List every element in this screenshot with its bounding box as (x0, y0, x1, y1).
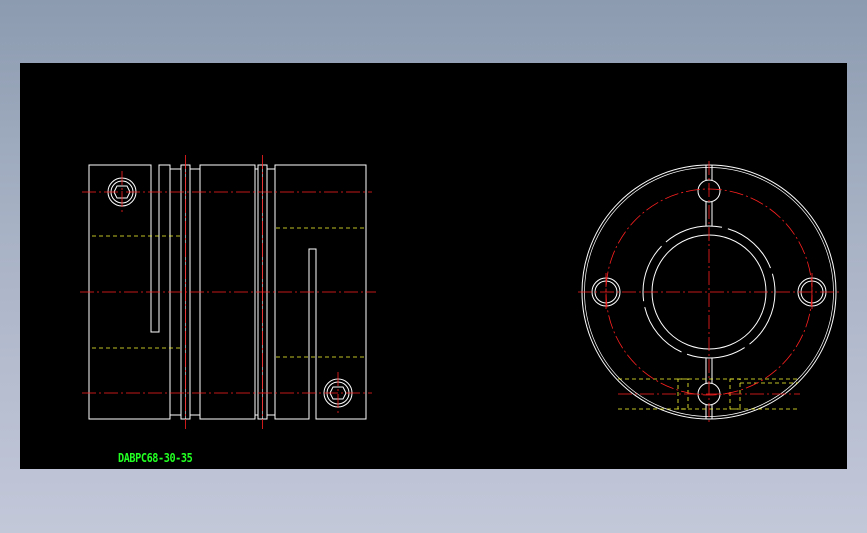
side-view-centerlines (80, 155, 376, 429)
cad-drawing (80, 155, 840, 429)
coupling-front-view-icon (581, 164, 837, 420)
drawing-part-number: DABPC68-30-35 (118, 451, 193, 465)
cad-viewport[interactable]: DABPC68-30-35 (20, 63, 847, 469)
front-view-centerlines (578, 161, 840, 423)
side-view-hidden-lines (92, 227, 365, 358)
